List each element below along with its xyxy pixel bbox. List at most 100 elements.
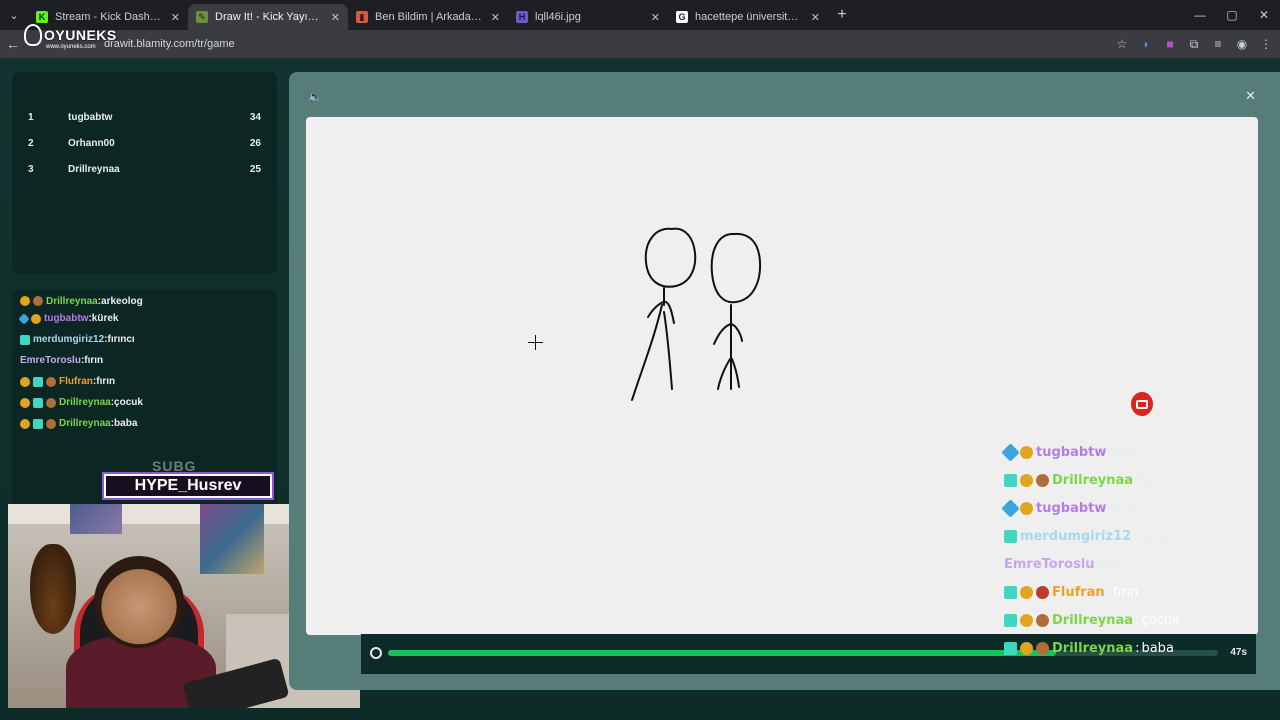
overlay-chat-username: EmreToroslu [1004,556,1095,572]
webcam-streamer [94,556,184,648]
figure-right-arms [713,323,743,345]
teal-badge-icon [1004,613,1017,627]
pick-badge-icon [1001,498,1020,518]
overlay-chat-message: merdumgiriz12 fırıncı [1004,522,1280,550]
bookmark-star-icon[interactable]: ☆ [1114,36,1130,52]
brown-badge-icon [46,376,56,387]
hype-badge: HYPE_Husrev [104,474,272,498]
leaderboard-row: 3 Drillreynaa 25 [28,156,261,182]
brown-badge-icon [33,296,43,306]
logo-mark-icon [24,24,42,46]
tab-favicon-icon: ▮ [356,11,368,23]
time-progress-fill [388,650,1057,656]
profile-icon[interactable]: ◉ [1234,36,1250,52]
overlay-chat-username: Drillreynaa [1052,612,1134,628]
tab-close-icon[interactable]: ✕ [651,11,660,24]
chat-message: Drillreynaa: çocuk [20,392,269,413]
youtube-follow-text: FOLLOW ME / HUSREV [1158,390,1239,418]
pick-badge-icon [18,312,30,325]
overlay-chat-colon: : [1135,612,1140,628]
leaderboard-name: Orhann00 [68,137,115,149]
teal-badge-icon [20,334,30,345]
webcam-poster [200,504,264,574]
chat-text: fırın [96,376,116,387]
extension-purple-icon[interactable]: ■ [1162,36,1178,52]
url-field[interactable]: drawit.blamity.com/tr/game [104,38,235,50]
overlay-chat-username: tugbabtw [1036,500,1107,516]
tab-close-icon[interactable]: ✕ [811,11,820,24]
more-menu-icon[interactable]: ⋮ [1258,36,1274,52]
overlay-chat-message: tugbabtw fırıncı [1001,438,1280,466]
leaderboard-rank: 3 [28,163,34,175]
leaderboard-rank: 1 [28,111,34,123]
leaderboard-score: 34 [249,111,261,123]
teal-badge-icon [1004,473,1017,487]
browser-tab[interactable]: ▮ Ben Bildim | Arkadaşlarınla Onl ✕ [348,4,508,30]
overlay-chat-username: tugbabtw [1036,444,1107,460]
tab-favicon-icon: G [676,11,688,23]
overlay-chat-text: fırın [1113,584,1139,600]
back-arrow-icon[interactable]: ← [0,36,26,52]
teal-badge-icon [1004,641,1017,655]
teal-badge-icon [33,376,43,387]
tab-favicon-icon: K [36,11,48,23]
extensions-puzzle-icon[interactable]: ⧉ [1186,36,1202,52]
overlay-chat-text: kürek [1108,500,1145,516]
sound-icon[interactable]: 🔈 [308,90,322,103]
chat-username: Drillreynaa [59,397,111,408]
new-tab-button[interactable]: + [828,6,856,24]
gold-badge-icon [1020,641,1033,655]
overlay-chat-username: merdumgiriz12 [1020,528,1132,544]
leaderboard-name: tugbabtw [68,111,113,123]
overlay-chat-text: fırıncı [1108,444,1145,460]
hype-top-label: SUBG [152,458,197,474]
pick-badge-icon [1001,442,1020,462]
chat-message: Flufran: fırın [20,371,269,392]
minimize-icon[interactable]: — [1184,0,1216,30]
tab-favicon-icon: ✎ [196,11,208,23]
gold-badge-icon [20,418,30,429]
logo-sub: www.oyuneks.com [46,44,96,50]
brown-badge-icon [1036,473,1049,487]
overlay-chat-message: tugbabtw kürek [1001,494,1280,522]
chat-text: baba [114,418,138,429]
overlay-chat-colon: : [1106,584,1112,600]
tab-title: Ben Bildim | Arkadaşlarınla Onl [375,11,484,23]
brown-badge-icon [1036,641,1049,655]
chat-message: Drillreynaa: arkeolog [20,294,269,308]
red-badge-icon [1036,585,1049,599]
tab-title: Stream - Kick Dashboard [55,11,164,23]
extension-wave-icon[interactable]: ◗ [1138,36,1154,52]
browser-tab[interactable]: Hlqll46i.jpg ✕ [508,4,668,30]
reading-list-icon[interactable]: ≡ [1210,36,1226,52]
overlay-chat-text: çocuk [1141,612,1180,628]
leaderboard: 1 tugbabtw 34 2 Orhann00 26 3 Drillreynaa 25 [12,72,277,274]
chat-message: EmreToroslu: fırın [20,350,269,371]
figure-left-leg2 [663,311,673,390]
figure-right-head [710,232,762,304]
gold-badge-icon [1020,473,1033,487]
browser-tab[interactable]: Ghacettepe üniversitesi kamps - ✕ [668,4,828,30]
tab-close-icon[interactable]: ✕ [171,11,180,24]
logo-name: OYUNEKS [44,27,117,43]
maximize-icon[interactable]: ▢ [1216,0,1248,30]
tab-close-icon[interactable]: ✕ [331,11,340,24]
webcam-guitar [30,544,76,634]
stopwatch-icon [370,647,382,659]
teal-badge-icon [33,397,43,408]
overlay-chat-username: Drillreynaa [1052,472,1134,488]
chat-username: Flufran [59,376,93,387]
tab-title: hacettepe üniversitesi kamps - [695,11,804,23]
close-icon[interactable]: ✕ [1245,88,1256,104]
leaderboard-score: 26 [249,137,261,149]
crosshair-cursor-icon [528,335,543,350]
overlay-chat-text: fırıncı [1133,528,1170,544]
tab-close-icon[interactable]: ✕ [491,11,500,24]
tab-title: lqll46i.jpg [535,11,581,23]
overlay-chat-message: Flufran: fırın [1004,578,1280,606]
brown-badge-icon [1036,613,1049,627]
gold-badge-icon [20,296,30,306]
close-window-icon[interactable]: ✕ [1248,0,1280,30]
browser-tab[interactable]: ✎ Draw It! - Kick Yayınları İçin Çizi ✕ [188,4,348,30]
tab-strip: K Stream - Kick Dashboard ✕ ✎ Draw It! - Kic… [28,0,828,30]
